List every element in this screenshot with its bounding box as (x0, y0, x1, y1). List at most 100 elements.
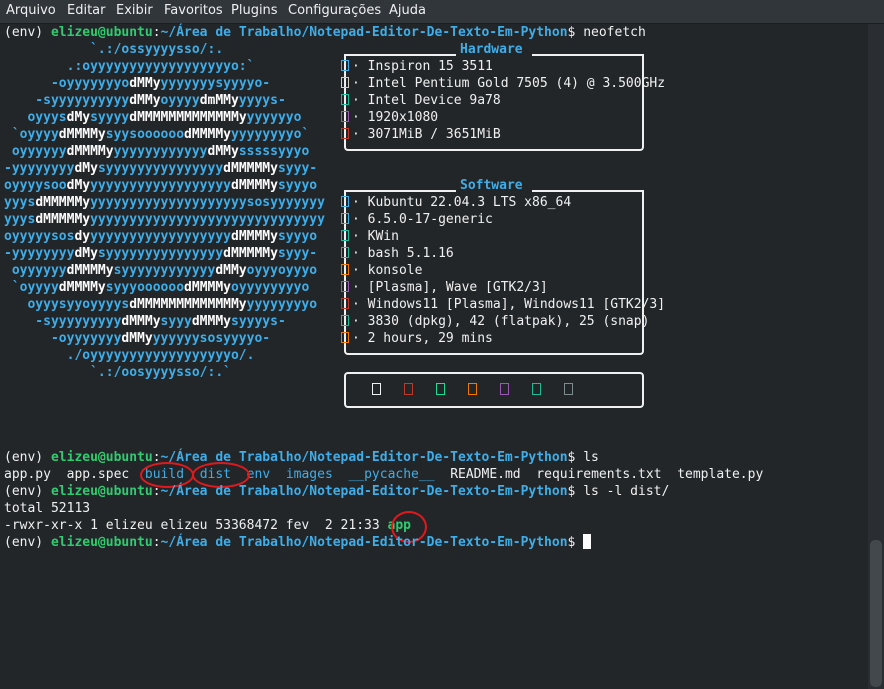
palette-swatch (404, 383, 413, 395)
logo-line: -syyyyyyyyydMMMysyyydMMMysyyyys- (4, 314, 286, 329)
prompt-user: elizeu@ubuntu (50, 25, 153, 40)
prompt-line-1: (env) elizeu@ubuntu:~/Área de Trabalho/N… (4, 25, 646, 40)
glyph-icon (341, 60, 349, 71)
menu-favoritos[interactable]: Favoritos (164, 3, 223, 18)
info-line: · Kubuntu 22.04.3 LTS x86_64 (340, 194, 571, 211)
palette-swatch (564, 383, 573, 395)
glyph-icon (341, 298, 349, 309)
prompt-line-3: (env) elizeu@ubuntu:~/Área de Trabalho/N… (4, 484, 670, 499)
info-line: · Inspiron 15 3511 (340, 58, 493, 75)
prompt-line-2: (env) elizeu@ubuntu:~/Área de Trabalho/N… (4, 450, 599, 465)
ls-output: app.py app.spec build dist env images __… (4, 467, 764, 482)
command-text: neofetch (575, 25, 646, 40)
palette-swatch (532, 383, 541, 395)
logo-line: `.:/oosyyyysso/:.` (4, 365, 231, 380)
prompt-line-4: (env) elizeu@ubuntu:~/Área de Trabalho/N… (4, 534, 592, 551)
ls-long-line: -rwxr-xr-x 1 elizeu elizeu 53368472 fev … (4, 518, 411, 533)
info-text: · Kubuntu 22.04.3 LTS x86_64 (352, 195, 572, 210)
info-line: · 2 hours, 29 mins (340, 330, 493, 347)
logo-line: -oyyyyyyyodMMyyyyyyyysyyyyo- (4, 76, 271, 91)
info-text: · [Plasma], Wave [GTK2/3] (352, 280, 548, 295)
info-line: · bash 5.1.16 (340, 245, 454, 262)
hardware-title: Hardware (460, 42, 523, 57)
menu-bar: Arquivo Editar Exibir Favoritos Plugins … (0, 0, 884, 24)
info-text: · KWin (352, 229, 399, 244)
info-line: · 3830 (dpkg), 42 (flatpak), 25 (snap) (340, 313, 649, 330)
logo-line: oyyysyyoyyyysdMMMMMMMMMMMMMyyyyyyyyyo (4, 297, 318, 312)
scrollbar-thumb[interactable] (870, 540, 882, 687)
menu-plugins[interactable]: Plugins (231, 3, 278, 18)
logo-line: oyyyyyydMMMMyyyyyyyyyyyyydMMysssssyyyo (4, 144, 310, 159)
text-cursor (583, 534, 592, 549)
info-text: · bash 5.1.16 (352, 246, 454, 261)
logo-line: oyyyysoodMyyyyyyyyyyyyyyyyyyydMMMMysyyyo (4, 178, 318, 193)
terminal-area[interactable]: (env) elizeu@ubuntu:~/Área de Trabalho/N… (0, 24, 868, 689)
info-text: · 1920x1080 (352, 110, 439, 125)
logo-line: -syyyyyyyyyydMMyoyyyydmMMyyyyys- (4, 93, 286, 108)
logo-line: .:oyyyyyyyyyyyyyyyyyyo:` (4, 59, 255, 74)
dir-dist[interactable]: dist (200, 467, 231, 482)
logo-line: oyyyyyydMMMMysyyyyyyyyyyyydMMyoyyyoyyyo (4, 263, 318, 278)
info-text: · konsole (352, 263, 423, 278)
palette-swatch (468, 383, 477, 395)
palette-swatch (372, 383, 381, 395)
dir-images[interactable]: images (286, 467, 333, 482)
glyph-icon (341, 77, 349, 88)
info-line: · 6.5.0-17-generic (340, 211, 493, 228)
info-line: · Intel Pentium Gold 7505 (4) @ 3.500GHz (340, 75, 665, 92)
file-app[interactable]: app (388, 518, 411, 533)
glyph-icon (341, 281, 349, 292)
glyph-icon (341, 315, 349, 326)
logo-line: oyyysdMysyyyydMMMMMMMMMMMMMyyyyyyyo (4, 110, 302, 125)
dir-env[interactable]: env (247, 467, 270, 482)
logo-line: oyyyyysosdyyyyyyyyyyyyyyyyyyydMMMMysyyyo (4, 229, 318, 244)
palette-swatch (436, 383, 445, 395)
logo-line: `oyyyydMMMMysyyyoooooodMMMMyoyyyyyyyyo (4, 280, 310, 295)
logo-line: `.:/ossyyyysso/:. (4, 42, 224, 57)
software-title: Software (460, 178, 523, 193)
info-line: · 1920x1080 (340, 109, 438, 126)
logo-line: yyysdMMMMMyyyyyyyyyyyyyyyyyyyyysosyyyyyy… (4, 195, 325, 210)
ls-total: total 52113 (4, 501, 91, 516)
menu-editar[interactable]: Editar (67, 3, 106, 18)
logo-line: -yyyyyyyydMysyyyyyyyyyyyyyyydMMMMMysyyy- (4, 161, 318, 176)
dir-build[interactable]: build (145, 467, 184, 482)
logo-line: -yyyyyyyydMysyyyyyyyyyyyyyyydMMMMMysyyy- (4, 246, 318, 261)
info-text: · 3830 (dpkg), 42 (flatpak), 25 (snap) (352, 314, 650, 329)
prompt-path: ~/Área de Trabalho/Notepad-Editor-De-Tex… (160, 25, 568, 40)
info-text: · 3071MiB / 3651MiB (352, 127, 501, 142)
info-text: · Intel Device 9a78 (352, 93, 501, 108)
menu-exibir[interactable]: Exibir (116, 3, 153, 18)
logo-line: ./oyyyyyyyyyyyyyyyyyyo/. (4, 348, 255, 363)
glyph-icon (341, 128, 349, 139)
palette-box (344, 372, 644, 408)
info-text: · 6.5.0-17-generic (352, 212, 493, 227)
glyph-icon (341, 213, 349, 224)
glyph-icon (341, 230, 349, 241)
glyph-icon (341, 94, 349, 105)
info-text: · Intel Pentium Gold 7505 (4) @ 3.500GHz (352, 76, 666, 91)
glyph-icon (341, 247, 349, 258)
info-text: · 2 hours, 29 mins (352, 331, 493, 346)
logo-line: -oyyyyyyydMMyyyyyyysosyyyyo- (4, 331, 271, 346)
dir-pycache[interactable]: __pycache__ (348, 467, 434, 482)
glyph-icon (341, 332, 349, 343)
info-text: · Windows11 [Plasma], Windows11 [GTK2/3] (352, 297, 666, 312)
info-line: · Intel Device 9a78 (340, 92, 501, 109)
info-line: · [Plasma], Wave [GTK2/3] (340, 279, 548, 296)
info-line: · Windows11 [Plasma], Windows11 [GTK2/3] (340, 296, 665, 313)
info-line: · konsole (340, 262, 422, 279)
menu-arquivo[interactable]: Arquivo (6, 3, 56, 18)
menu-ajuda[interactable]: Ajuda (389, 3, 426, 18)
logo-line: `oyyyydMMMMysyysoooooodMMMMyyyyyyyyyo` (4, 127, 310, 142)
logo-line: yyysdMMMMMyyyyyyyyyyyyyyyyyyyyyyyyyyyyyy… (4, 212, 325, 227)
info-text: · Inspiron 15 3511 (352, 59, 493, 74)
info-line: · KWin (340, 228, 399, 245)
menu-configuracoes[interactable]: Configurações (288, 3, 381, 18)
scrollbar[interactable] (868, 24, 884, 689)
glyph-icon (341, 264, 349, 275)
info-line: · 3071MiB / 3651MiB (340, 126, 501, 143)
palette-swatch (500, 383, 509, 395)
glyph-icon (341, 111, 349, 122)
glyph-icon (341, 196, 349, 207)
